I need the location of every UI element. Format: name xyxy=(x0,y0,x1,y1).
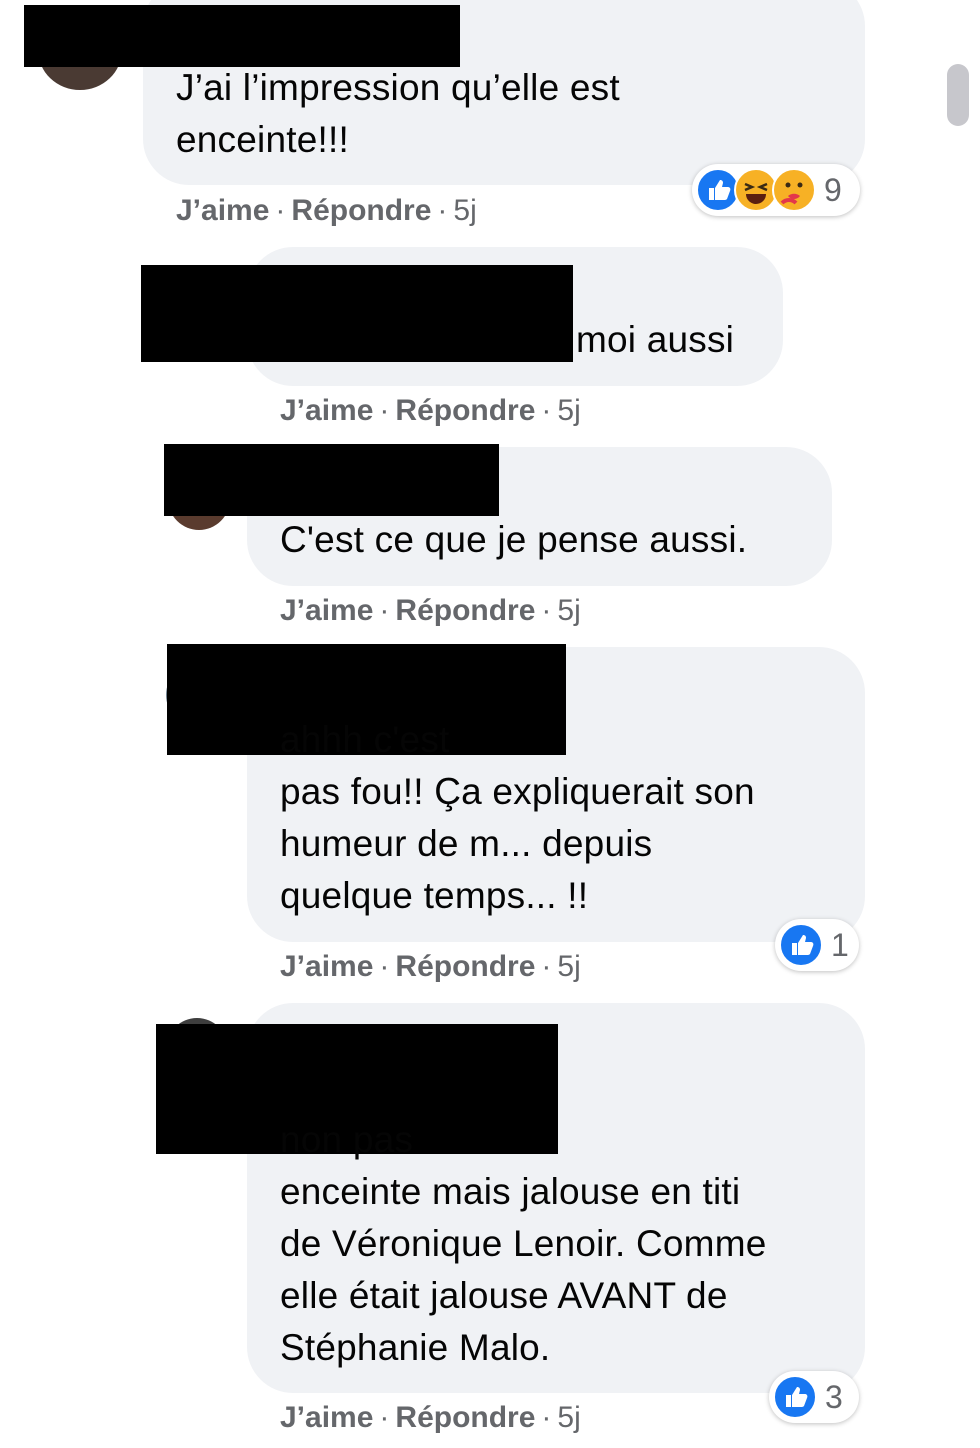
separator: · xyxy=(379,594,390,627)
timestamp[interactable]: 5j xyxy=(453,194,476,227)
reaction-summary[interactable]: 1 xyxy=(775,919,859,971)
reply-link[interactable]: Répondre xyxy=(395,594,535,627)
like-link[interactable]: J’aime xyxy=(176,194,269,227)
redacted-author-name xyxy=(164,444,499,516)
reply-link[interactable]: Répondre xyxy=(395,1401,535,1434)
care-icon xyxy=(772,168,816,212)
like-icon xyxy=(779,923,823,967)
timestamp[interactable]: 5j xyxy=(557,394,580,427)
redacted-author-name xyxy=(24,5,460,67)
separator: · xyxy=(541,950,552,983)
timestamp[interactable]: 5j xyxy=(557,1401,580,1434)
reaction-summary[interactable]: 9 xyxy=(692,164,860,216)
comment-actions: J’aime · Répondre · 5j xyxy=(280,391,581,431)
like-link[interactable]: J’aime xyxy=(280,950,373,983)
like-link[interactable]: J’aime xyxy=(280,394,373,427)
like-link[interactable]: J’aime xyxy=(280,594,373,627)
reaction-count: 1 xyxy=(831,926,849,963)
timestamp[interactable]: 5j xyxy=(557,594,580,627)
separator: · xyxy=(379,394,390,427)
comment-actions: J’aime · Répondre · 5j xyxy=(176,191,477,231)
redacted-author-name xyxy=(141,265,573,362)
separator: · xyxy=(275,194,286,227)
reply-link[interactable]: Répondre xyxy=(395,950,535,983)
like-icon xyxy=(773,1375,817,1419)
comment-actions: J’aime · Répondre · 5j xyxy=(280,947,581,987)
comment-text: moi aussi xyxy=(576,319,735,360)
reaction-count: 3 xyxy=(825,1378,843,1415)
separator: · xyxy=(541,594,552,627)
comment-actions: J’aime · Répondre · 5j xyxy=(280,1398,581,1438)
separator: · xyxy=(541,1401,552,1434)
comment-text: non pas enceinte mais jalouse en titi de… xyxy=(280,1119,767,1368)
separator: · xyxy=(541,394,552,427)
reply-link[interactable]: Répondre xyxy=(395,394,535,427)
scrollbar-thumb[interactable] xyxy=(947,64,969,126)
comment-actions: J’aime · Répondre · 5j xyxy=(280,591,581,631)
comment-text: ahhh c'est pas fou!! Ça expliquerait son… xyxy=(280,719,755,916)
timestamp[interactable]: 5j xyxy=(557,950,580,983)
comment-text: C'est ce que je pense aussi. xyxy=(280,519,748,560)
like-link[interactable]: J’aime xyxy=(280,1401,373,1434)
separator: · xyxy=(379,1401,390,1434)
reaction-count: 9 xyxy=(824,171,842,208)
reply-link[interactable]: Répondre xyxy=(291,194,431,227)
comment-text: J’ai l’impression qu’elle est enceinte!!… xyxy=(176,67,620,160)
separator: · xyxy=(437,194,448,227)
separator: · xyxy=(379,950,390,983)
reaction-summary[interactable]: 3 xyxy=(769,1371,859,1423)
